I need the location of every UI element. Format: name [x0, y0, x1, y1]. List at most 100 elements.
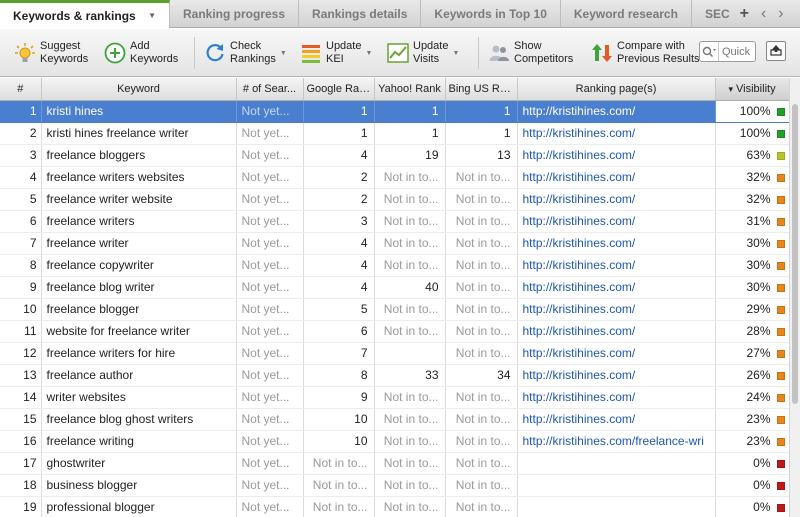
update-kei-label: Update KEI — [326, 40, 362, 65]
row-index: 11 — [0, 320, 42, 343]
ranking-page-link[interactable]: http://kristihines.com/freelance-wri — [517, 430, 716, 453]
chevron-down-icon[interactable]: ▼ — [148, 11, 156, 20]
google-rank-cell: Not in to... — [303, 496, 375, 517]
google-rank-cell: 8 — [303, 364, 375, 387]
table-row[interactable]: 5 freelance writer website Not yet... 2 Not … — [0, 188, 790, 211]
table-row[interactable]: 17 ghostwriter Not yet... Not in to... Not i… — [0, 452, 790, 475]
show-competitors-button[interactable]: Show Competitors — [488, 29, 573, 77]
ranking-page-link[interactable]: http://kristihines.com/ — [517, 320, 716, 343]
bing-rank-cell: 1 — [445, 100, 518, 123]
add-tab-icon[interactable]: + — [740, 5, 749, 23]
table-row[interactable]: 8 freelance copywriter Not yet... 4 Not in t… — [0, 254, 790, 277]
update-visits-button[interactable]: Update Visits ▼ — [387, 29, 459, 77]
suggest-keywords-label: Suggest Keywords — [40, 40, 89, 65]
ranking-page-link[interactable]: http://kristihines.com/ — [517, 122, 716, 145]
ranking-page-link[interactable]: http://kristihines.com/ — [517, 364, 716, 387]
visibility-value: 100% — [739, 104, 771, 118]
table-row[interactable]: 19 professional blogger Not yet... Not in t… — [0, 496, 790, 517]
table-row[interactable]: 14 writer websites Not yet... 9 Not in to...… — [0, 386, 790, 409]
table-row[interactable]: 13 freelance author Not yet... 8 33 34 http://… — [0, 364, 790, 387]
suggest-keywords-button[interactable]: Suggest Keywords — [14, 29, 88, 77]
chevron-down-icon[interactable]: ▼ — [452, 50, 459, 57]
ranking-page-link[interactable]: http://kristihines.com/ — [517, 254, 716, 277]
tab-keyword-research[interactable]: Keyword research — [561, 0, 692, 28]
visibility-value: 27% — [746, 346, 771, 360]
ranking-page-link[interactable]: http://kristihines.com/ — [517, 232, 716, 255]
keyword-cell: freelance writers for hire — [41, 342, 237, 365]
compare-results-button[interactable]: Compare with Previous Results — [591, 29, 700, 77]
visibility-indicator-icon — [776, 459, 785, 468]
next-tab-icon[interactable]: › — [778, 5, 783, 23]
ranking-page-link[interactable]: http://kristihines.com/ — [517, 100, 716, 123]
chevron-down-icon[interactable]: ▼ — [280, 50, 287, 57]
visibility-indicator-icon — [776, 393, 785, 402]
column-header-yahoo-rank[interactable]: Yahoo! Rank — [374, 78, 446, 101]
add-keywords-button[interactable]: Add Keywords — [104, 29, 178, 77]
searches-cell: Not yet... — [236, 144, 304, 167]
table-row[interactable]: 10 freelance blogger Not yet... 5 Not in to.… — [0, 298, 790, 321]
ranking-page-link[interactable]: http://kristihines.com/ — [517, 298, 716, 321]
bing-rank-cell: Not in to... — [445, 166, 518, 189]
keyword-cell: freelance writers websites — [41, 166, 237, 189]
search-icon[interactable] — [700, 42, 719, 61]
column-header-google-rank[interactable]: Google Rank — [303, 78, 375, 101]
column-header-keyword[interactable]: Keyword — [41, 78, 237, 101]
table-row[interactable]: 6 freelance writers Not yet... 3 Not in to..… — [0, 210, 790, 233]
keyword-cell: freelance author — [41, 364, 237, 387]
google-rank-cell: 9 — [303, 386, 375, 409]
column-header-ranking-page[interactable]: Ranking page(s) — [517, 78, 716, 101]
searches-cell: Not yet... — [236, 276, 304, 299]
table-row[interactable]: 1 kristi hines Not yet... 1 1 1 http://kristih… — [0, 100, 790, 123]
table-row[interactable]: 2 kristi hines freelance writer Not yet...… — [0, 122, 790, 145]
tab-rankings-details[interactable]: Rankings details — [299, 0, 422, 28]
table-row[interactable]: 4 freelance writers websites Not yet... 2 No… — [0, 166, 790, 189]
scrollbar-thumb[interactable] — [792, 104, 798, 404]
bing-rank-cell: 1 — [445, 122, 518, 145]
column-header-bing-rank[interactable]: Bing US Ra... — [445, 78, 518, 101]
quick-search[interactable] — [699, 41, 756, 62]
table-row[interactable]: 12 freelance writers for hire Not yet... 7 N… — [0, 342, 790, 365]
prev-tab-icon[interactable]: ‹ — [761, 5, 766, 23]
column-header-index[interactable]: # — [0, 78, 42, 101]
column-header-searches[interactable]: # of Sear... — [236, 78, 304, 101]
vertical-scrollbar[interactable] — [789, 78, 800, 517]
visibility-cell: 63% — [715, 144, 790, 167]
ranking-page-link[interactable]: http://kristihines.com/ — [517, 386, 716, 409]
google-rank-cell: 4 — [303, 144, 375, 167]
visibility-value: 0% — [753, 456, 771, 470]
visibility-cell: 31% — [715, 210, 790, 233]
update-kei-button[interactable]: Update KEI ▼ — [300, 29, 372, 77]
column-header-visibility[interactable]: ▾ Visibility — [715, 78, 790, 101]
add-keywords-label: Add Keywords — [130, 40, 179, 65]
check-rankings-button[interactable]: Check Rankings ▼ — [204, 29, 287, 77]
ranking-page-link[interactable]: http://kristihines.com/ — [517, 342, 716, 365]
tab-sec[interactable]: SEC — [692, 0, 734, 28]
table-row[interactable]: 18 business blogger Not yet... Not in to...… — [0, 474, 790, 497]
searches-cell: Not yet... — [236, 122, 304, 145]
row-index: 12 — [0, 342, 42, 365]
keyword-cell: freelance writing — [41, 430, 237, 453]
table-row[interactable]: 15 freelance blog ghost writers Not yet...… — [0, 408, 790, 431]
ranking-page-link[interactable]: http://kristihines.com/ — [517, 166, 716, 189]
table-row[interactable]: 7 freelance writer Not yet... 4 Not in to...… — [0, 232, 790, 255]
tab-keywords-rankings[interactable]: Keywords & rankings ▼ — [0, 0, 170, 28]
bing-rank-cell: Not in to... — [445, 496, 518, 517]
ranking-page-link[interactable]: http://kristihines.com/ — [517, 408, 716, 431]
table-row[interactable]: 16 freelance writing Not yet... 10 Not in to… — [0, 430, 790, 453]
visibility-cell: 32% — [715, 166, 790, 189]
tab-ranking-progress[interactable]: Ranking progress — [170, 0, 300, 28]
ranking-page-link[interactable]: http://kristihines.com/ — [517, 210, 716, 233]
ranking-page-link[interactable]: http://kristihines.com/ — [517, 276, 716, 299]
tab-keywords-top10[interactable]: Keywords in Top 10 — [421, 0, 561, 28]
table-row[interactable]: 11 website for freelance writer Not yet...… — [0, 320, 790, 343]
bars-icon — [300, 42, 322, 64]
table-row[interactable]: 9 freelance blog writer Not yet... 4 40 Not i… — [0, 276, 790, 299]
visibility-indicator-icon — [776, 239, 785, 248]
keyword-cell: freelance writer — [41, 232, 237, 255]
chevron-down-icon[interactable]: ▼ — [365, 50, 372, 57]
table-row[interactable]: 3 freelance bloggers Not yet... 4 19 13 http:/… — [0, 144, 790, 167]
ranking-page-link[interactable]: http://kristihines.com/ — [517, 144, 716, 167]
ranking-page-link[interactable]: http://kristihines.com/ — [517, 188, 716, 211]
search-input[interactable] — [719, 45, 755, 58]
export-button[interactable] — [766, 41, 786, 61]
